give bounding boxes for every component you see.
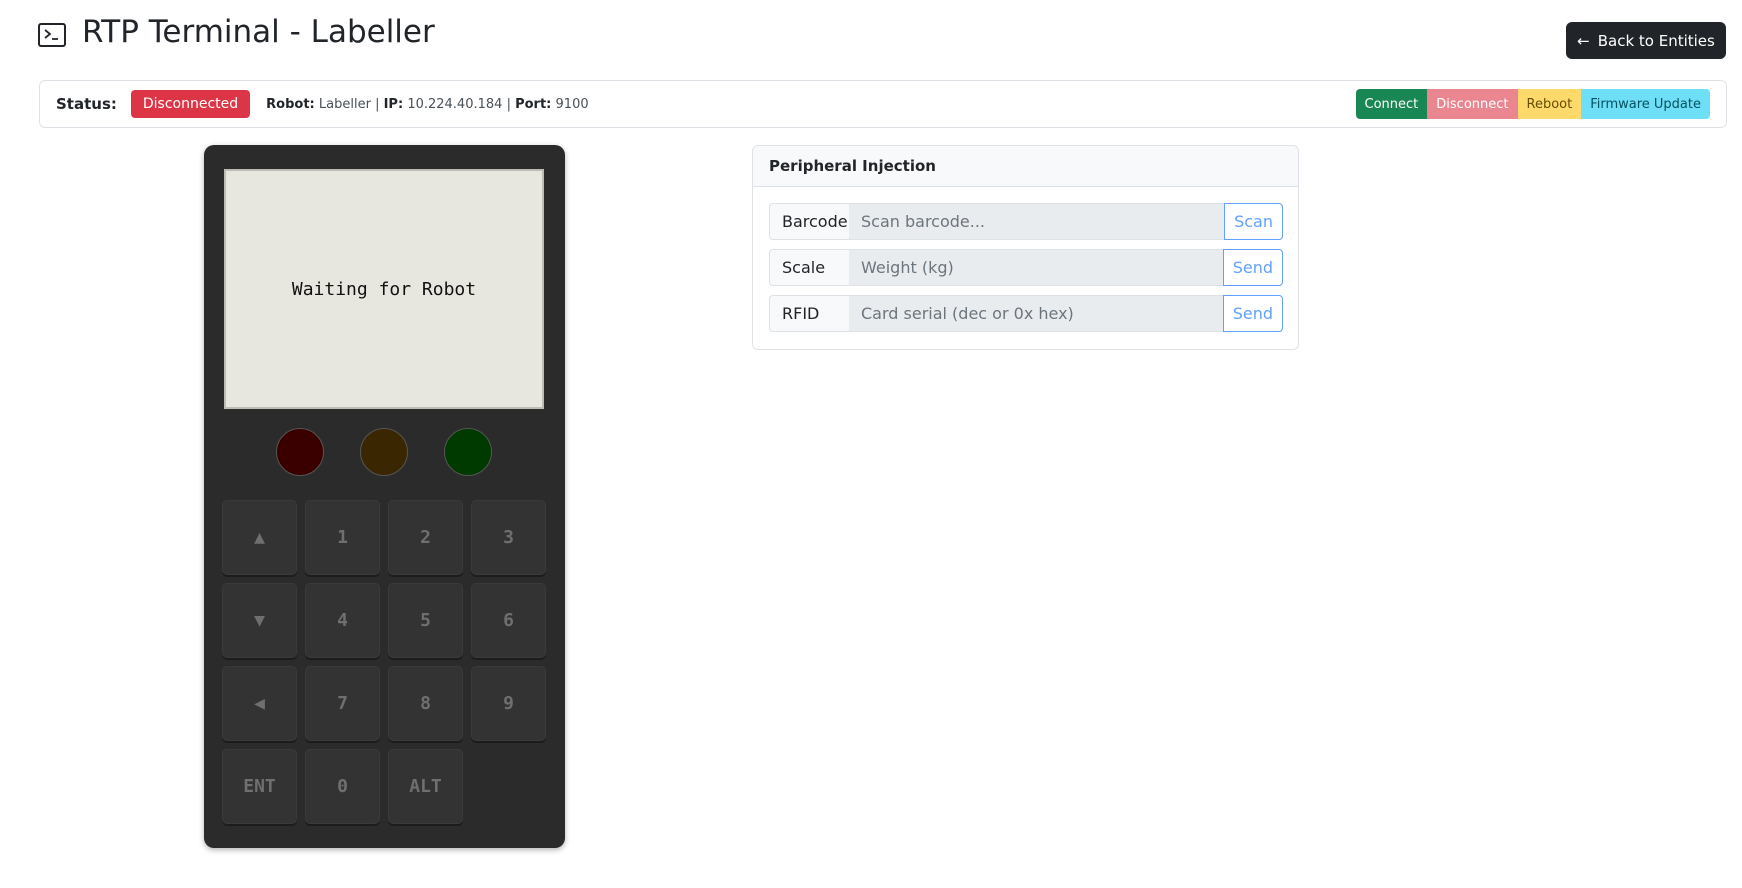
key-1[interactable]: 1: [305, 500, 380, 575]
peripheral-injection-card: Peripheral Injection Barcode Scan Scale …: [752, 145, 1299, 350]
connection-actions: Connect Disconnect Reboot Firmware Updat…: [1355, 89, 1710, 119]
terminal-icon: [38, 23, 66, 47]
scan-button[interactable]: Scan: [1224, 203, 1283, 240]
rfid-input[interactable]: [849, 295, 1223, 332]
key-alt[interactable]: ALT: [388, 749, 463, 824]
scale-send-button[interactable]: Send: [1222, 249, 1283, 286]
page-title: RTP Terminal - Labeller: [82, 14, 435, 50]
back-to-entities-button[interactable]: ← Back to Entities: [1566, 22, 1726, 59]
key-6[interactable]: 6: [471, 583, 546, 658]
back-to-entities-label: Back to Entities: [1597, 31, 1715, 50]
disconnect-button[interactable]: Disconnect: [1427, 89, 1518, 119]
rfid-label: RFID: [769, 295, 849, 332]
connect-button[interactable]: Connect: [1355, 89, 1428, 119]
page-header: RTP Terminal - Labeller: [38, 14, 435, 50]
barcode-row: Barcode Scan: [769, 203, 1283, 240]
card-title: Peripheral Injection: [753, 146, 1298, 187]
terminal-screen: Waiting for Robot: [224, 169, 544, 409]
key-left[interactable]: ◀: [222, 666, 297, 741]
port-value: 9100: [555, 96, 589, 112]
reboot-button[interactable]: Reboot: [1517, 89, 1582, 119]
ip-value: 10.224.40.184: [407, 96, 503, 112]
red-led: [276, 428, 324, 476]
status-bar: Status: Disconnected Robot: Labeller | I…: [39, 80, 1727, 128]
scale-row: Scale Send: [769, 249, 1283, 286]
separator: |: [375, 96, 380, 112]
separator: |: [506, 96, 511, 112]
green-led: [444, 428, 492, 476]
key-5[interactable]: 5: [388, 583, 463, 658]
key-up[interactable]: ▲: [222, 500, 297, 575]
key-down[interactable]: ▼: [222, 583, 297, 658]
key-2[interactable]: 2: [388, 500, 463, 575]
status-label: Status:: [56, 95, 117, 113]
status-badge: Disconnected: [130, 90, 251, 118]
key-8[interactable]: 8: [388, 666, 463, 741]
port-key: Port:: [515, 96, 552, 112]
robot-value: Labeller: [318, 96, 371, 112]
key-7[interactable]: 7: [305, 666, 380, 741]
key-ent[interactable]: ENT: [222, 749, 297, 824]
rfid-row: RFID Send: [769, 295, 1283, 332]
key-9[interactable]: 9: [471, 666, 546, 741]
screen-text: Waiting for Robot: [291, 278, 477, 300]
arrow-left-icon: ←: [1577, 31, 1590, 50]
barcode-input[interactable]: [849, 203, 1225, 240]
key-4[interactable]: 4: [305, 583, 380, 658]
scale-label: Scale: [769, 249, 849, 286]
rfid-send-button[interactable]: Send: [1222, 295, 1283, 332]
scale-input[interactable]: [849, 249, 1223, 286]
barcode-label: Barcode: [769, 203, 849, 240]
robot-key: Robot:: [266, 96, 315, 112]
terminal-device: Waiting for Robot ▲ 1 2 3 ▼ 4 5 6 ◀ 7 8 …: [204, 145, 565, 848]
key-3[interactable]: 3: [471, 500, 546, 575]
robot-info: Robot: Labeller | IP: 10.224.40.184 | Po…: [266, 97, 588, 112]
key-0[interactable]: 0: [305, 749, 380, 824]
amber-led: [360, 428, 408, 476]
ip-key: IP:: [383, 96, 404, 112]
firmware-update-button[interactable]: Firmware Update: [1581, 89, 1710, 119]
